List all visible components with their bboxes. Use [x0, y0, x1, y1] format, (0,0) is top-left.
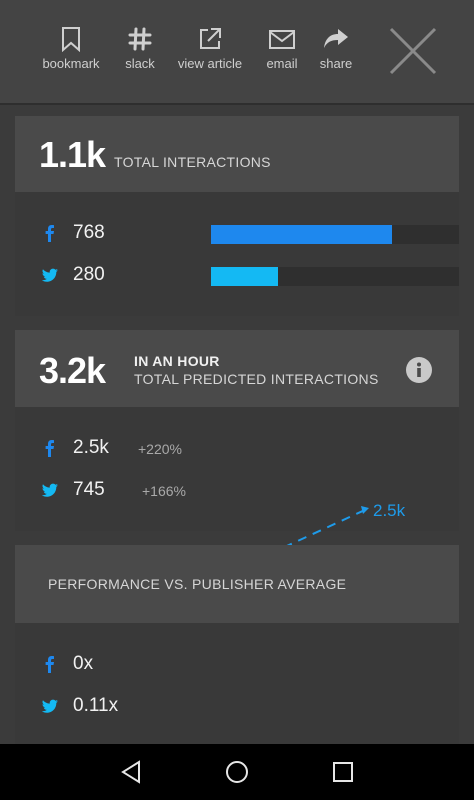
facebook-interactions-bar-fill [211, 225, 393, 244]
close-icon[interactable] [388, 26, 438, 76]
twitter-interactions-count: 280 [73, 264, 105, 285]
bookmark-icon [62, 27, 80, 52]
interactions-total: 1.1k [39, 134, 106, 175]
twitter-icon [41, 268, 58, 282]
performance-title: PERFORMANCE VS. PUBLISHER AVERAGE [48, 576, 347, 592]
back-icon[interactable] [119, 760, 143, 784]
interactions-header: 1.1k TOTAL INTERACTIONS [15, 116, 459, 192]
facebook-icon [45, 440, 54, 457]
predicted-header: 3.2k IN AN HOUR TOTAL PREDICTED INTERACT… [15, 330, 459, 407]
facebook-interactions-bar [211, 225, 459, 244]
facebook-interactions-count: 768 [73, 222, 105, 243]
twitter-predicted-row: 745 +166% [41, 479, 221, 503]
twitter-icon [41, 699, 58, 713]
twitter-interactions-row: 280 [41, 264, 461, 288]
twitter-interactions-bar-fill [211, 267, 278, 286]
recents-icon[interactable] [331, 760, 355, 784]
slack-icon [128, 27, 152, 51]
facebook-predicted-row: 2.5k +220% [41, 437, 221, 461]
action-bar: bookmark slack view article email share [0, 0, 474, 105]
performance-header: PERFORMANCE VS. PUBLISHER AVERAGE [15, 545, 459, 623]
home-icon[interactable] [225, 760, 249, 784]
facebook-performance-row: 0x [41, 653, 221, 677]
email-button[interactable]: email [263, 26, 301, 71]
twitter-performance-value: 0.11x [73, 695, 119, 716]
facebook-interactions-row: 768 [41, 222, 461, 246]
facebook-performance-value: 0x [73, 653, 94, 674]
share-icon [324, 29, 348, 48]
facebook-projection-label: 2.5k [373, 501, 406, 520]
facebook-predicted-change: +220% [138, 441, 182, 457]
share-label: share [319, 56, 353, 71]
email-label: email [266, 56, 298, 71]
facebook-projection-arrow [361, 506, 369, 514]
view-article-label: view article [177, 56, 243, 71]
interactions-label: TOTAL INTERACTIONS [114, 154, 271, 170]
slack-label: slack [125, 56, 155, 71]
performance-card: PERFORMANCE VS. PUBLISHER AVERAGE 0x 0.1… [15, 545, 459, 744]
view-article-button[interactable]: view article [174, 26, 246, 71]
twitter-interactions-bar [211, 267, 459, 286]
system-nav-bar [0, 744, 474, 800]
interactions-card: 1.1k TOTAL INTERACTIONS 768 280 [15, 116, 459, 316]
predicted-total: 3.2k [39, 350, 106, 391]
twitter-predicted-count: 745 [73, 479, 105, 500]
email-icon [269, 30, 295, 49]
twitter-performance-row: 0.11x [41, 695, 221, 719]
twitter-predicted-change: +166% [142, 483, 186, 499]
facebook-icon [45, 225, 54, 242]
predicted-card: 3.2k IN AN HOUR TOTAL PREDICTED INTERACT… [15, 330, 459, 582]
twitter-icon [41, 483, 58, 497]
predicted-time-label: IN AN HOUR [134, 353, 220, 369]
info-icon[interactable] [406, 357, 432, 383]
share-button[interactable]: share [316, 26, 356, 71]
facebook-predicted-count: 2.5k [73, 437, 109, 458]
predicted-label: TOTAL PREDICTED INTERACTIONS [134, 371, 379, 387]
external-link-icon [200, 28, 221, 49]
bookmark-label: bookmark [42, 56, 100, 71]
facebook-icon [45, 656, 54, 673]
bookmark-button[interactable]: bookmark [40, 26, 102, 71]
slack-button[interactable]: slack [120, 26, 160, 71]
